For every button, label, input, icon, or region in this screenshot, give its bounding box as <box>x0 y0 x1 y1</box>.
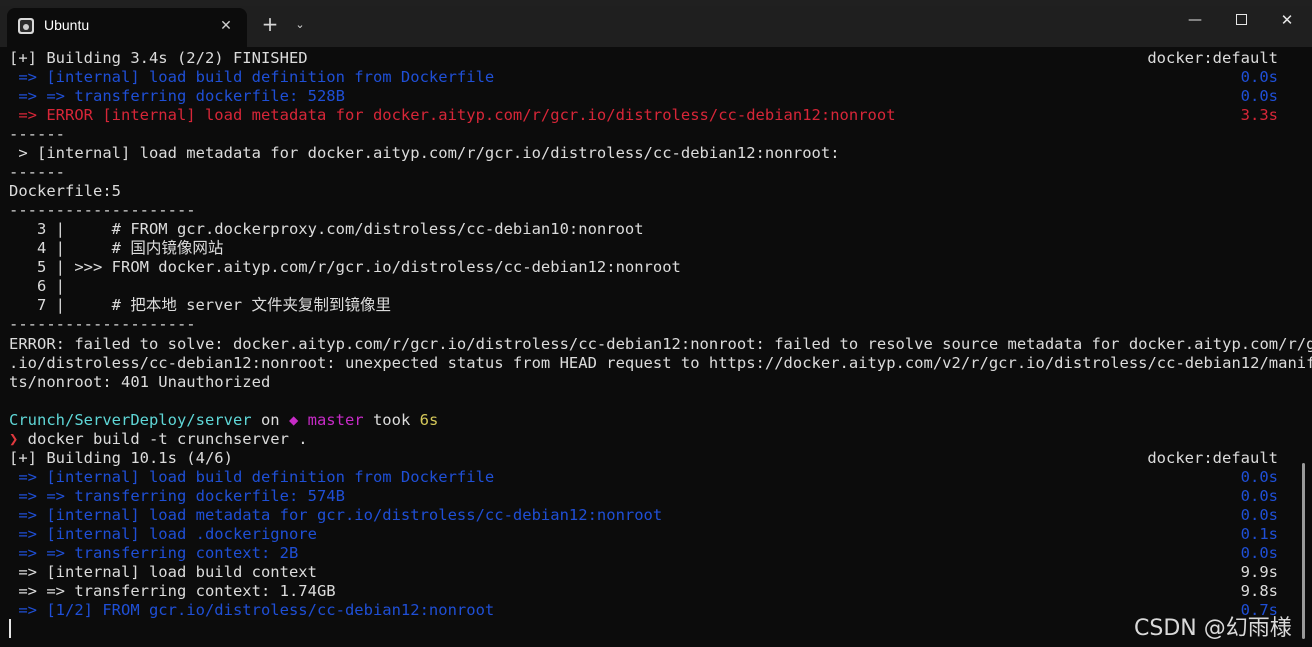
new-tab-button[interactable]: + <box>258 13 282 37</box>
code-line: 6 | <box>9 277 65 295</box>
terminal-output[interactable]: [+] Building 3.4s (2/2) FINISHED docker:… <box>0 47 1312 647</box>
build2-header: [+] Building 10.1s (4/6) <box>9 449 233 467</box>
code-line: 7 | # 把本地 server 文件夹复制到镜像里 <box>9 296 391 314</box>
build2-step-time: 0.0s <box>1240 468 1278 486</box>
prompt-took: took <box>363 411 420 429</box>
error-line: ERROR: failed to solve: docker.aityp.com… <box>9 335 1312 353</box>
prompt-arrow-icon: ❯ <box>9 430 19 448</box>
code-line: 5 | >>> FROM docker.aityp.com/r/gcr.io/d… <box>9 258 681 276</box>
build2-step: => [internal] load metadata for gcr.io/d… <box>9 506 663 524</box>
build2-step-time: 0.1s <box>1240 525 1278 543</box>
tab-ubuntu[interactable]: Ubuntu ✕ <box>7 8 247 47</box>
separator: ------ <box>9 125 65 143</box>
build2-step: => [internal] load build context <box>9 563 317 581</box>
tab-dropdown-button[interactable]: ⌄ <box>290 14 310 36</box>
build1-step: => [internal] load build definition from… <box>9 68 495 86</box>
build2-step: => [internal] load build definition from… <box>9 468 495 486</box>
close-window-button[interactable]: ✕ <box>1264 0 1310 40</box>
separator: ------ <box>9 163 65 181</box>
build1-error-step: => ERROR [internal] load metadata for do… <box>9 106 896 124</box>
error-line: ts/nonroot: 401 Unauthorized <box>9 373 271 391</box>
separator: -------------------- <box>9 315 196 333</box>
error-line: .io/distroless/cc-debian12:nonroot: unex… <box>9 354 1312 372</box>
ubuntu-terminal-icon <box>18 18 34 34</box>
build2-context: docker:default <box>1147 449 1278 467</box>
title-bar-strip <box>0 0 1312 6</box>
build2-step: => => transferring context: 1.74GB <box>9 582 336 600</box>
build2-step: => => transferring dockerfile: 574B <box>9 487 345 505</box>
title-bar: Ubuntu ✕ + ⌄ — ✕ <box>0 0 1312 47</box>
build1-step-time: 0.0s <box>1240 87 1278 105</box>
code-line: 3 | # FROM gcr.dockerproxy.com/distroles… <box>9 220 644 238</box>
text-cursor <box>9 619 11 638</box>
build1-step-time: 0.0s <box>1240 68 1278 86</box>
close-icon: ✕ <box>1280 11 1294 29</box>
tab-title: Ubuntu <box>44 17 90 33</box>
build1-step: => => transferring dockerfile: 528B <box>9 87 345 105</box>
tab-close-button[interactable]: ✕ <box>215 15 237 37</box>
shell-prompt: Crunch/ServerDeploy/server on ◆ master t… <box>9 411 438 430</box>
minimize-icon: — <box>1188 12 1202 28</box>
build2-step-time: 9.8s <box>1240 582 1278 600</box>
command-text: docker build -t crunchserver . <box>18 430 308 448</box>
separator: -------------------- <box>9 201 196 219</box>
scrollbar[interactable] <box>1302 463 1305 639</box>
build2-step-time: 9.9s <box>1240 563 1278 581</box>
prompt-path: Crunch/ServerDeploy/server <box>9 411 252 429</box>
dockerfile-ref: Dockerfile:5 <box>9 182 121 200</box>
minimize-button[interactable]: — <box>1172 0 1218 40</box>
maximize-icon <box>1235 13 1247 25</box>
code-line: 4 | # 国内镜像网站 <box>9 239 224 257</box>
metadata-line: > [internal] load metadata for docker.ai… <box>9 144 840 162</box>
build2-step: => [1/2] FROM gcr.io/distroless/cc-debia… <box>9 601 495 619</box>
build2-step: => [internal] load .dockerignore <box>9 525 317 543</box>
watermark: CSDN @幻雨様 <box>1134 616 1292 641</box>
build1-header: [+] Building 3.4s (2/2) FINISHED <box>9 49 308 67</box>
build2-step-time: 0.0s <box>1240 487 1278 505</box>
command-line: ❯ docker build -t crunchserver . <box>9 430 308 449</box>
build1-error-time: 3.3s <box>1240 106 1278 124</box>
git-branch-icon: ◆ <box>288 411 299 429</box>
maximize-button[interactable] <box>1218 0 1264 40</box>
prompt-branch: master <box>298 411 364 429</box>
build2-step-time: 0.0s <box>1240 506 1278 524</box>
build2-step-time: 0.0s <box>1240 544 1278 562</box>
prompt-on: on <box>251 411 289 429</box>
build1-context: docker:default <box>1147 49 1278 67</box>
build2-step: => => transferring context: 2B <box>9 544 299 562</box>
prompt-duration: 6s <box>419 411 439 429</box>
